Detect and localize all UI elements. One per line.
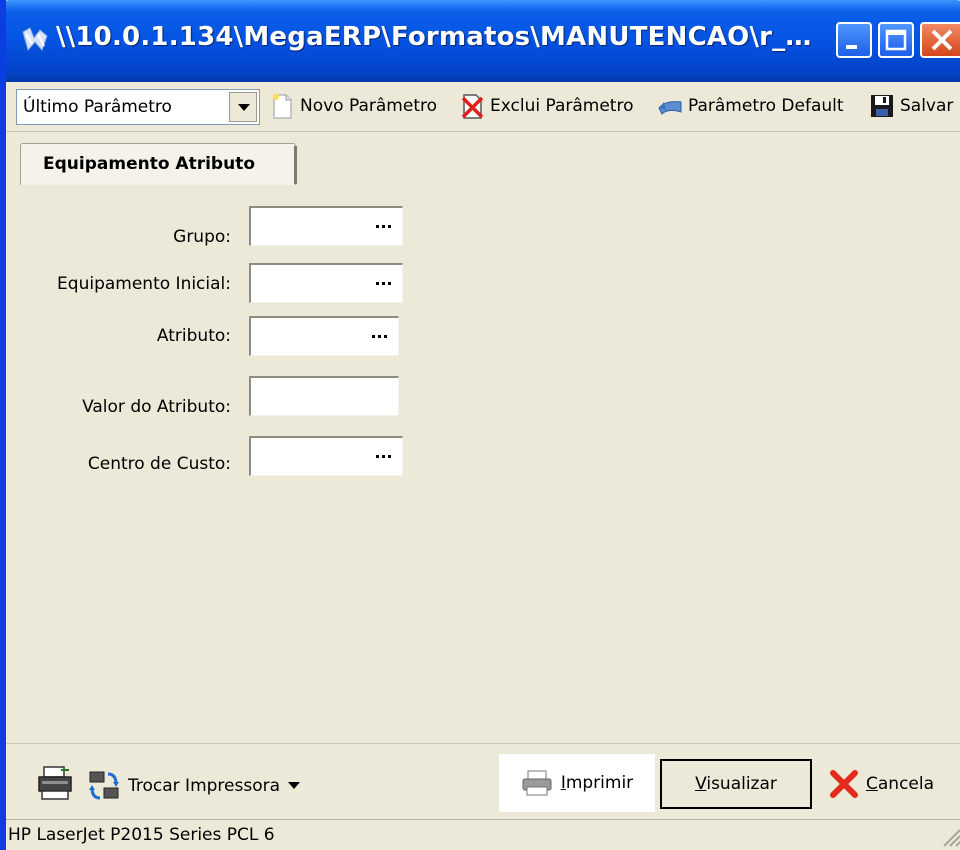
save-button[interactable]: Salvar: [868, 88, 953, 124]
equipamento-inicial-field[interactable]: [249, 263, 403, 303]
default-parameter-button[interactable]: Parâmetro Default: [656, 88, 844, 124]
status-bar: HP LaserJet P2015 Series PCL 6: [6, 819, 960, 850]
new-document-icon: [273, 94, 292, 119]
cancel-button[interactable]: Cancela: [828, 764, 934, 804]
save-label: Salvar: [900, 96, 954, 116]
atributo-label: Atributo:: [156, 326, 231, 346]
action-bar: Trocar Impressora Imprimir Visualizar Ca…: [6, 743, 960, 819]
print-label: mprimir: [565, 773, 634, 793]
ellipsis-icon: [376, 455, 391, 458]
caret-down-icon: [288, 782, 301, 789]
printer-settings-icon[interactable]: [36, 764, 74, 802]
minimize-icon: [846, 45, 857, 49]
parameter-toolbar: Último Parâmetro Novo Parâmetro Exclui P…: [6, 82, 960, 132]
equipamento-inicial-lookup-button[interactable]: [370, 271, 398, 295]
maximize-button[interactable]: [878, 22, 914, 58]
minimize-button[interactable]: [836, 22, 872, 58]
delete-parameter-label: Exclui Parâmetro: [490, 96, 634, 116]
parameter-select[interactable]: Último Parâmetro: [16, 89, 260, 125]
maximize-icon: [885, 29, 907, 51]
chevron-down-icon: [238, 104, 250, 111]
change-printer-label: Trocar Impressora: [128, 776, 281, 796]
atributo-lookup-button[interactable]: [366, 324, 394, 348]
title-bar[interactable]: \\10.0.1.134\MegaERP\Formatos\MANUTENCAO…: [6, 0, 960, 82]
app-icon: [22, 27, 48, 52]
dropdown-button[interactable]: [229, 92, 257, 122]
centro-de-custo-field[interactable]: [249, 436, 403, 476]
centro-de-custo-lookup-button[interactable]: [370, 444, 398, 468]
grupo-label: Grupo:: [173, 227, 231, 247]
printer-icon: [522, 770, 552, 796]
grupo-lookup-button[interactable]: [370, 214, 398, 238]
print-button[interactable]: Imprimir: [499, 754, 655, 812]
floppy-disk-icon: [871, 95, 893, 117]
new-parameter-label: Novo Parâmetro: [300, 96, 437, 116]
grupo-field[interactable]: [249, 206, 403, 246]
tab-divider: [294, 146, 297, 184]
delete-document-icon: [461, 94, 484, 119]
valor-do-atributo-label: Valor do Atributo:: [82, 397, 231, 417]
undo-arrow-icon: [658, 101, 682, 115]
window-title: \\10.0.1.134\MegaERP\Formatos\MANUTENCAO…: [56, 22, 826, 52]
cancel-x-icon: [830, 770, 858, 798]
delete-parameter-button[interactable]: Exclui Parâmetro: [458, 88, 634, 124]
tab-equipamento-atributo[interactable]: Equipamento Atributo: [20, 143, 296, 185]
parameter-select-value: Último Parâmetro: [23, 97, 172, 117]
ellipsis-icon: [376, 282, 391, 285]
atributo-field[interactable]: [249, 316, 399, 356]
cancel-label: ancela: [877, 774, 935, 794]
printer-name: HP LaserJet P2015 Series PCL 6: [8, 825, 275, 845]
equipamento-inicial-label: Equipamento Inicial:: [57, 274, 231, 294]
preview-accel-key: V: [695, 774, 707, 794]
change-printer-button[interactable]: Trocar Impressora: [86, 766, 301, 806]
report-window: \\10.0.1.134\MegaERP\Formatos\MANUTENCAO…: [0, 0, 960, 850]
ellipsis-icon: [376, 225, 391, 228]
valor-do-atributo-field[interactable]: [249, 376, 399, 416]
preview-label: isualizar: [706, 774, 777, 794]
default-parameter-label: Parâmetro Default: [688, 96, 844, 116]
tab-label: Equipamento Atributo: [43, 154, 255, 174]
centro-de-custo-label: Centro de Custo:: [87, 454, 231, 474]
preview-button[interactable]: Visualizar: [660, 759, 812, 809]
new-parameter-button[interactable]: Novo Parâmetro: [268, 88, 437, 124]
close-icon: [931, 29, 953, 51]
close-button[interactable]: [920, 22, 960, 58]
cancel-accel-key: C: [866, 774, 878, 794]
swap-printer-icon: [89, 771, 119, 800]
resize-grip-icon[interactable]: [938, 824, 960, 848]
ellipsis-icon: [372, 335, 387, 338]
